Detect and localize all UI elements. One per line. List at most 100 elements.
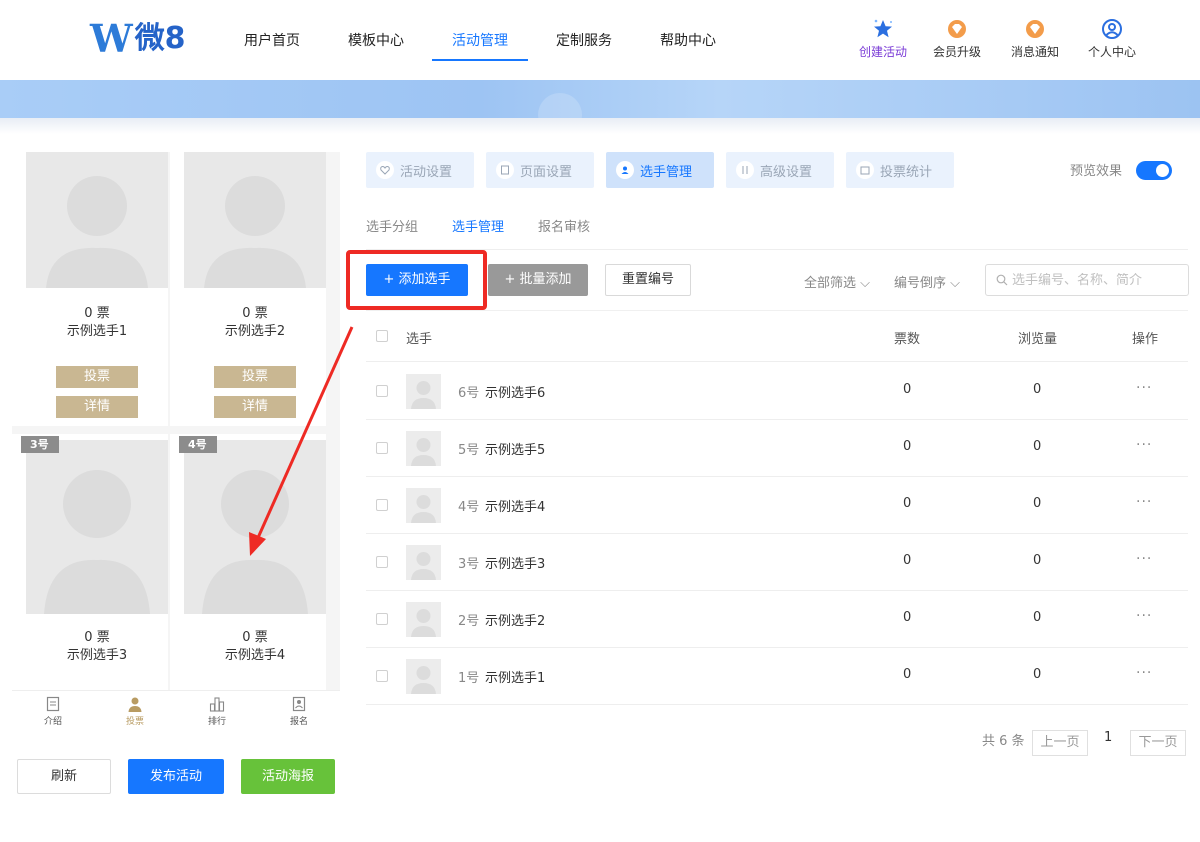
publish-activity-button[interactable]: 发布活动	[128, 759, 224, 794]
subtab-signup-review[interactable]: 报名审核	[538, 216, 590, 245]
player-name[interactable]: 示例选手5	[485, 439, 545, 458]
nav-item-home[interactable]: 用户首页	[220, 0, 324, 80]
step-label: 投票统计	[880, 164, 933, 180]
member-upgrade-label: 会员升级	[932, 45, 981, 59]
search-input[interactable]	[1012, 272, 1182, 288]
row-checkbox[interactable]	[376, 556, 388, 568]
step-page-settings[interactable]: 页面设置	[486, 152, 594, 188]
row-checkbox[interactable]	[376, 613, 388, 625]
member-upgrade-link[interactable]: 会员升级	[922, 18, 992, 60]
header-votes: 票数	[894, 332, 921, 347]
player-name[interactable]: 示例选手2	[485, 610, 545, 629]
next-page-button[interactable]: 下一页	[1130, 730, 1186, 756]
top-navbar: W 微8 用户首页 模板中心 活动管理 定制服务 帮助中心 创建活动 会员升级	[0, 0, 1200, 80]
mobile-tab-intro[interactable]: 介绍	[12, 691, 94, 732]
row-checkbox[interactable]	[376, 442, 388, 454]
subtab-player-groups[interactable]: 选手分组	[366, 216, 418, 245]
row-checkbox[interactable]	[376, 385, 388, 397]
step-label: 活动设置	[400, 164, 453, 180]
step-vote-statistics[interactable]: 投票统计	[846, 152, 954, 188]
table-header: 选手 票数 浏览量 操作	[366, 310, 1188, 362]
more-actions-icon[interactable]: ···	[1136, 437, 1152, 453]
pagination-total: 共 6 条	[982, 734, 1025, 749]
nav-item-templates[interactable]: 模板中心	[324, 0, 428, 80]
player-name[interactable]: 示例选手3	[485, 553, 545, 572]
player-avatar	[406, 431, 441, 466]
batch-add-button[interactable]: + 批量添加	[488, 264, 588, 296]
player-number: 5号	[458, 443, 480, 458]
more-actions-icon[interactable]: ···	[1136, 380, 1152, 396]
player-views: 0	[1033, 382, 1042, 397]
refresh-button[interactable]: 刷新	[17, 759, 111, 794]
table-row[interactable]: 1号 示例选手1 0 0 ···	[366, 648, 1188, 705]
logo[interactable]: W 微8	[90, 18, 186, 60]
step-player-management[interactable]: 选手管理	[606, 152, 714, 188]
table-row[interactable]: 6号 示例选手6 0 0 ···	[366, 363, 1188, 420]
header-actions: 操作	[1132, 332, 1159, 347]
current-page[interactable]: 1	[1104, 730, 1112, 745]
personal-center-link[interactable]: 个人中心	[1077, 18, 1147, 60]
select-all-checkbox[interactable]	[376, 330, 388, 342]
filter-dropdown[interactable]: 全部筛选 ⌵	[804, 272, 870, 291]
row-checkbox[interactable]	[376, 670, 388, 682]
player-views: 0	[1033, 496, 1042, 511]
activity-poster-button[interactable]: 活动海报	[241, 759, 335, 794]
sort-dropdown[interactable]: 编号倒序 ⌵	[894, 272, 960, 291]
diamond-badge-icon	[946, 18, 968, 40]
vote-button[interactable]: 投票	[56, 366, 138, 388]
annotation-highlight-box	[346, 250, 487, 310]
mobile-preview[interactable]: 0 票 示例选手1 投票 详情 0 票 示例选手2 投票 详情 3号 0 票 示…	[12, 152, 340, 690]
player-avatar	[406, 659, 441, 694]
player-name[interactable]: 示例选手1	[485, 667, 545, 686]
player-avatar	[406, 545, 441, 580]
vote-button[interactable]: 投票	[214, 366, 296, 388]
preview-card: 0 票 示例选手2 投票 详情	[170, 152, 326, 426]
heart-icon	[376, 161, 394, 179]
player-photo-placeholder	[26, 152, 168, 288]
preview-card: 3号 0 票 示例选手3	[12, 434, 168, 690]
mobile-tab-ranking[interactable]: 排行	[176, 691, 258, 732]
detail-button[interactable]: 详情	[214, 396, 296, 418]
sliders-icon	[736, 161, 754, 179]
step-advanced-settings[interactable]: 高级设置	[726, 152, 834, 188]
card-name: 示例选手2	[224, 324, 286, 339]
more-actions-icon[interactable]: ···	[1136, 551, 1152, 567]
more-actions-icon[interactable]: ···	[1136, 608, 1152, 624]
table-row[interactable]: 2号 示例选手2 0 0 ···	[366, 591, 1188, 648]
table-row[interactable]: 3号 示例选手3 0 0 ···	[366, 534, 1188, 591]
row-checkbox[interactable]	[376, 499, 388, 511]
create-activity-label: 创建活动	[858, 45, 907, 59]
player-votes: 0	[903, 382, 912, 397]
more-actions-icon[interactable]: ···	[1136, 494, 1152, 510]
subtab-player-management[interactable]: 选手管理	[452, 216, 504, 245]
create-activity-link[interactable]: 创建活动	[848, 18, 918, 60]
prev-page-button[interactable]: 上一页	[1032, 730, 1088, 756]
player-name[interactable]: 示例选手6	[485, 382, 545, 401]
mobile-tab-label: 排行	[207, 717, 226, 727]
card-votes: 0 票	[242, 306, 268, 321]
notifications-label: 消息通知	[1010, 45, 1059, 59]
player-name[interactable]: 示例选手4	[485, 496, 545, 515]
table-row[interactable]: 5号 示例选手5 0 0 ···	[366, 420, 1188, 477]
detail-button[interactable]: 详情	[56, 396, 138, 418]
nav-item-custom-service[interactable]: 定制服务	[532, 0, 636, 80]
preview-toggle-switch[interactable]	[1136, 161, 1172, 180]
player-votes: 0	[903, 553, 912, 568]
card-name: 示例选手4	[224, 648, 286, 663]
more-actions-icon[interactable]: ···	[1136, 665, 1152, 681]
reset-numbering-button[interactable]: 重置编号	[605, 264, 691, 296]
bar-chart-icon	[209, 697, 225, 712]
nav-item-help[interactable]: 帮助中心	[636, 0, 740, 80]
switch-knob	[1156, 164, 1169, 177]
notifications-link[interactable]: 消息通知	[1000, 18, 1070, 60]
mobile-tab-vote[interactable]: 投票	[94, 691, 176, 732]
logo-mark: W	[90, 16, 133, 61]
search-box	[985, 264, 1189, 296]
step-label: 高级设置	[760, 164, 813, 180]
mobile-tab-signup[interactable]: 报名	[258, 691, 340, 732]
banner-fade	[0, 118, 1200, 134]
player-photo-placeholder	[184, 440, 326, 614]
table-row[interactable]: 4号 示例选手4 0 0 ···	[366, 477, 1188, 534]
nav-item-activity-management[interactable]: 活动管理	[428, 0, 532, 80]
step-activity-settings[interactable]: 活动设置	[366, 152, 474, 188]
